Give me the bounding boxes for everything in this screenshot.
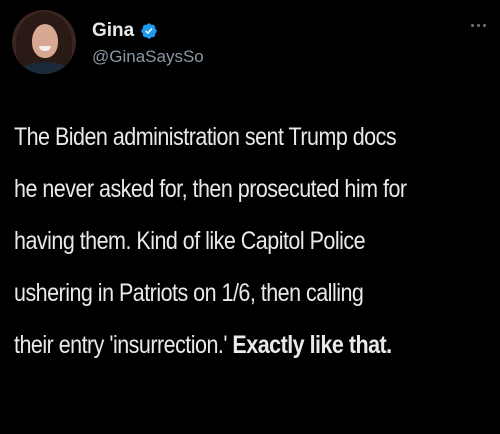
tweet-line-text: their entry 'insurrection.' [14,331,227,359]
more-dot [483,24,486,27]
author-name-row: Gina [92,20,158,42]
tweet-line: ushering in Patriots on 1/6, then callin… [14,279,364,307]
display-name[interactable]: Gina [92,20,134,42]
tweet-emphasis: Exactly like that. [232,331,392,359]
tweet-line: The Biden administration sent Trump docs [14,123,397,151]
author-handle[interactable]: @GinaSaysSo [92,47,204,67]
more-options-icon[interactable] [471,24,486,27]
verified-badge-icon [141,23,157,39]
tweet-line-last: their entry 'insurrection.' Exactly like… [14,319,496,371]
more-dot [471,24,474,27]
avatar[interactable] [12,10,76,74]
tweet-line: he never asked for, then prosecuted him … [14,175,407,203]
more-dot [477,24,480,27]
tweet-text: The Biden administration sent Trump docs… [14,111,496,371]
avatar-face [32,24,58,58]
tweet-line: having them. Kind of like Capitol Police [14,227,366,255]
tweet-card: Gina @GinaSaysSo The Biden administratio… [0,0,500,434]
